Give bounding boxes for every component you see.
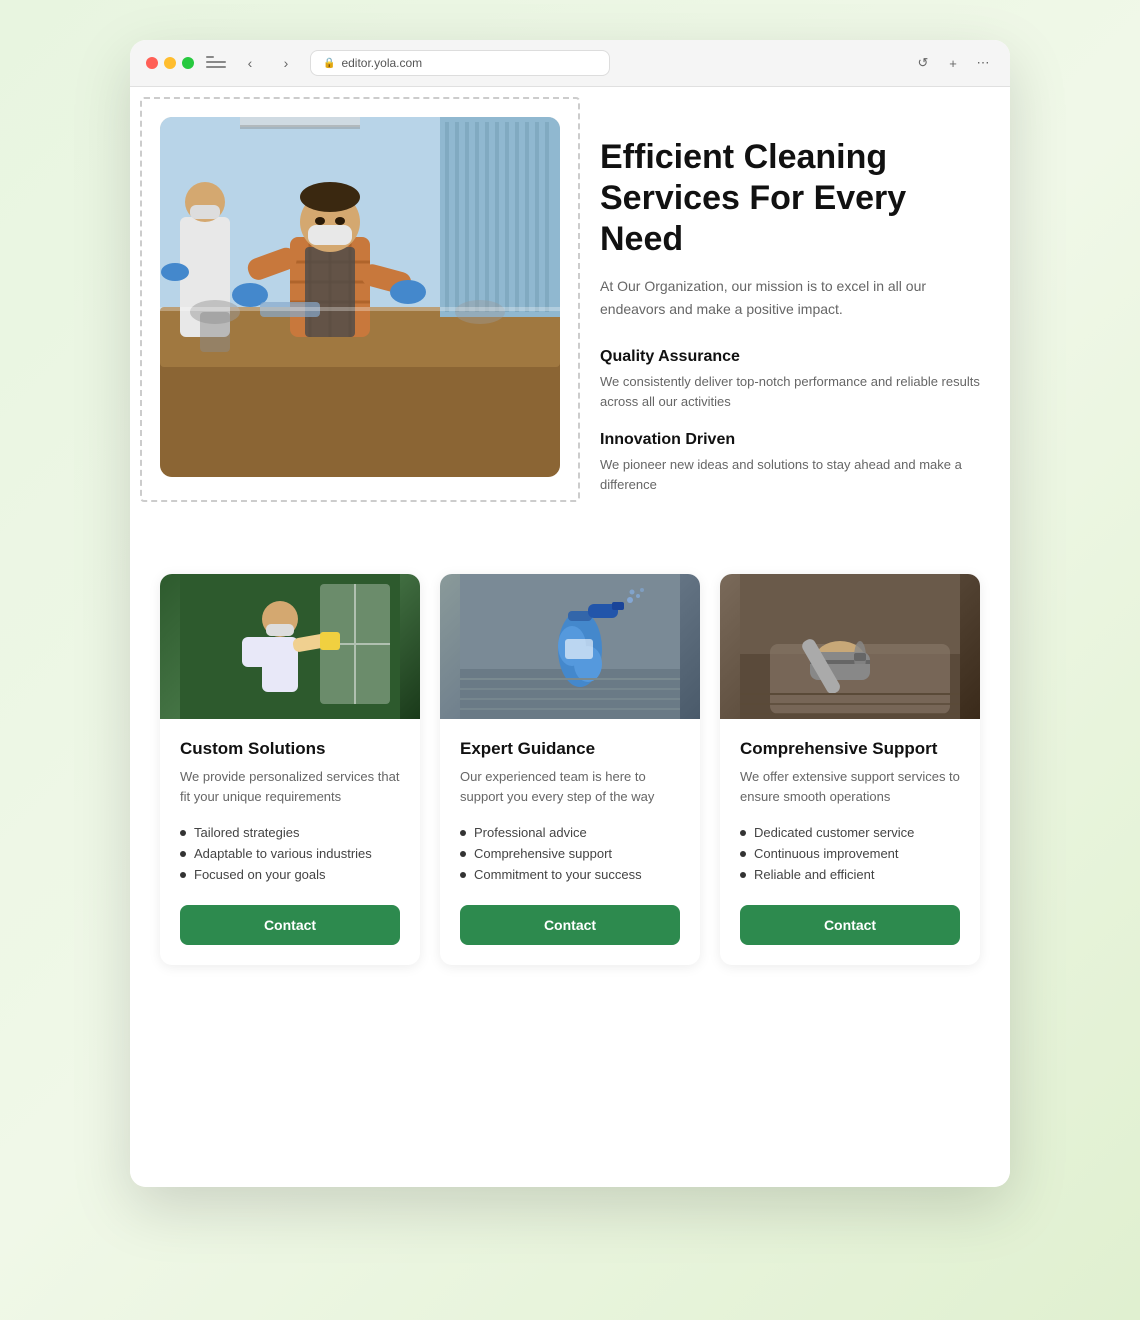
list-item: Dedicated customer service (740, 822, 960, 843)
card-2-desc: Our experienced team is here to support … (460, 767, 680, 806)
card-1-title: Custom Solutions (180, 739, 400, 759)
sidebar-toggle-icon[interactable] (206, 56, 226, 70)
feature-quality-desc: We consistently deliver top-notch perfor… (600, 372, 980, 411)
add-tab-button[interactable]: + (942, 52, 964, 74)
card-1-list: Tailored strategies Adaptable to various… (180, 822, 400, 885)
browser-toolbar: ‹ › 🔒 editor.yola.com ↺ + ⋯ (130, 40, 1010, 87)
browser-window: ‹ › 🔒 editor.yola.com ↺ + ⋯ (130, 40, 1010, 1187)
close-button[interactable] (146, 57, 158, 69)
maximize-button[interactable] (182, 57, 194, 69)
bullet-icon (460, 830, 466, 836)
card-expert-guidance: Expert Guidance Our experienced team is … (440, 574, 700, 965)
card-comprehensive-support: Comprehensive Support We offer extensive… (720, 574, 980, 965)
card-2-body: Expert Guidance Our experienced team is … (440, 719, 700, 965)
bullet-icon (180, 851, 186, 857)
refresh-button[interactable]: ↺ (912, 52, 934, 74)
list-item: Commitment to your success (460, 864, 680, 885)
feature-innovation: Innovation Driven We pioneer new ideas a… (600, 431, 980, 494)
cards-section: Custom Solutions We provide personalized… (160, 574, 980, 965)
traffic-lights (146, 57, 194, 69)
card-2-list: Professional advice Comprehensive suppor… (460, 822, 680, 885)
card-3-body: Comprehensive Support We offer extensive… (720, 719, 980, 965)
feature-quality-title: Quality Assurance (600, 348, 980, 366)
card-3-title: Comprehensive Support (740, 739, 960, 759)
card-3-contact-button[interactable]: Contact (740, 905, 960, 945)
hero-title: Efficient Cleaning Services For Every Ne… (600, 137, 980, 259)
feature-innovation-title: Innovation Driven (600, 431, 980, 449)
card-3-desc: We offer extensive support services to e… (740, 767, 960, 806)
card-2-contact-button[interactable]: Contact (460, 905, 680, 945)
bullet-icon (180, 830, 186, 836)
minimize-button[interactable] (164, 57, 176, 69)
list-item: Reliable and efficient (740, 864, 960, 885)
bullet-icon (180, 872, 186, 878)
feature-quality: Quality Assurance We consistently delive… (600, 348, 980, 411)
hero-image (160, 117, 560, 477)
bullet-icon (740, 872, 746, 878)
list-item: Professional advice (460, 822, 680, 843)
forward-button[interactable]: › (274, 51, 298, 75)
card-2-title: Expert Guidance (460, 739, 680, 759)
card-3-list: Dedicated customer service Continuous im… (740, 822, 960, 885)
card-1-contact-button[interactable]: Contact (180, 905, 400, 945)
card-1-image (160, 574, 420, 719)
hero-subtitle: At Our Organization, our mission is to e… (600, 275, 980, 320)
feature-innovation-desc: We pioneer new ideas and solutions to st… (600, 455, 980, 494)
back-button[interactable]: ‹ (238, 51, 262, 75)
hero-image-container (160, 117, 560, 482)
more-options-button[interactable]: ⋯ (972, 52, 994, 74)
card-1-body: Custom Solutions We provide personalized… (160, 719, 420, 965)
card-1-desc: We provide personalized services that fi… (180, 767, 400, 806)
bullet-icon (740, 851, 746, 857)
browser-actions: ↺ + ⋯ (912, 52, 994, 74)
list-item: Focused on your goals (180, 864, 400, 885)
browser-content: Efficient Cleaning Services For Every Ne… (130, 87, 1010, 1187)
lock-icon: 🔒 (323, 58, 335, 69)
list-item: Adaptable to various industries (180, 843, 400, 864)
address-bar[interactable]: 🔒 editor.yola.com (310, 50, 610, 76)
card-3-image (720, 574, 980, 719)
bullet-icon (460, 872, 466, 878)
bullet-icon (460, 851, 466, 857)
list-item: Tailored strategies (180, 822, 400, 843)
hero-section: Efficient Cleaning Services For Every Ne… (160, 117, 980, 514)
list-item: Comprehensive support (460, 843, 680, 864)
url-text: editor.yola.com (341, 56, 422, 70)
card-2-image (440, 574, 700, 719)
card-custom-solutions: Custom Solutions We provide personalized… (160, 574, 420, 965)
list-item: Continuous improvement (740, 843, 960, 864)
bullet-icon (740, 830, 746, 836)
hero-text: Efficient Cleaning Services For Every Ne… (600, 117, 980, 514)
